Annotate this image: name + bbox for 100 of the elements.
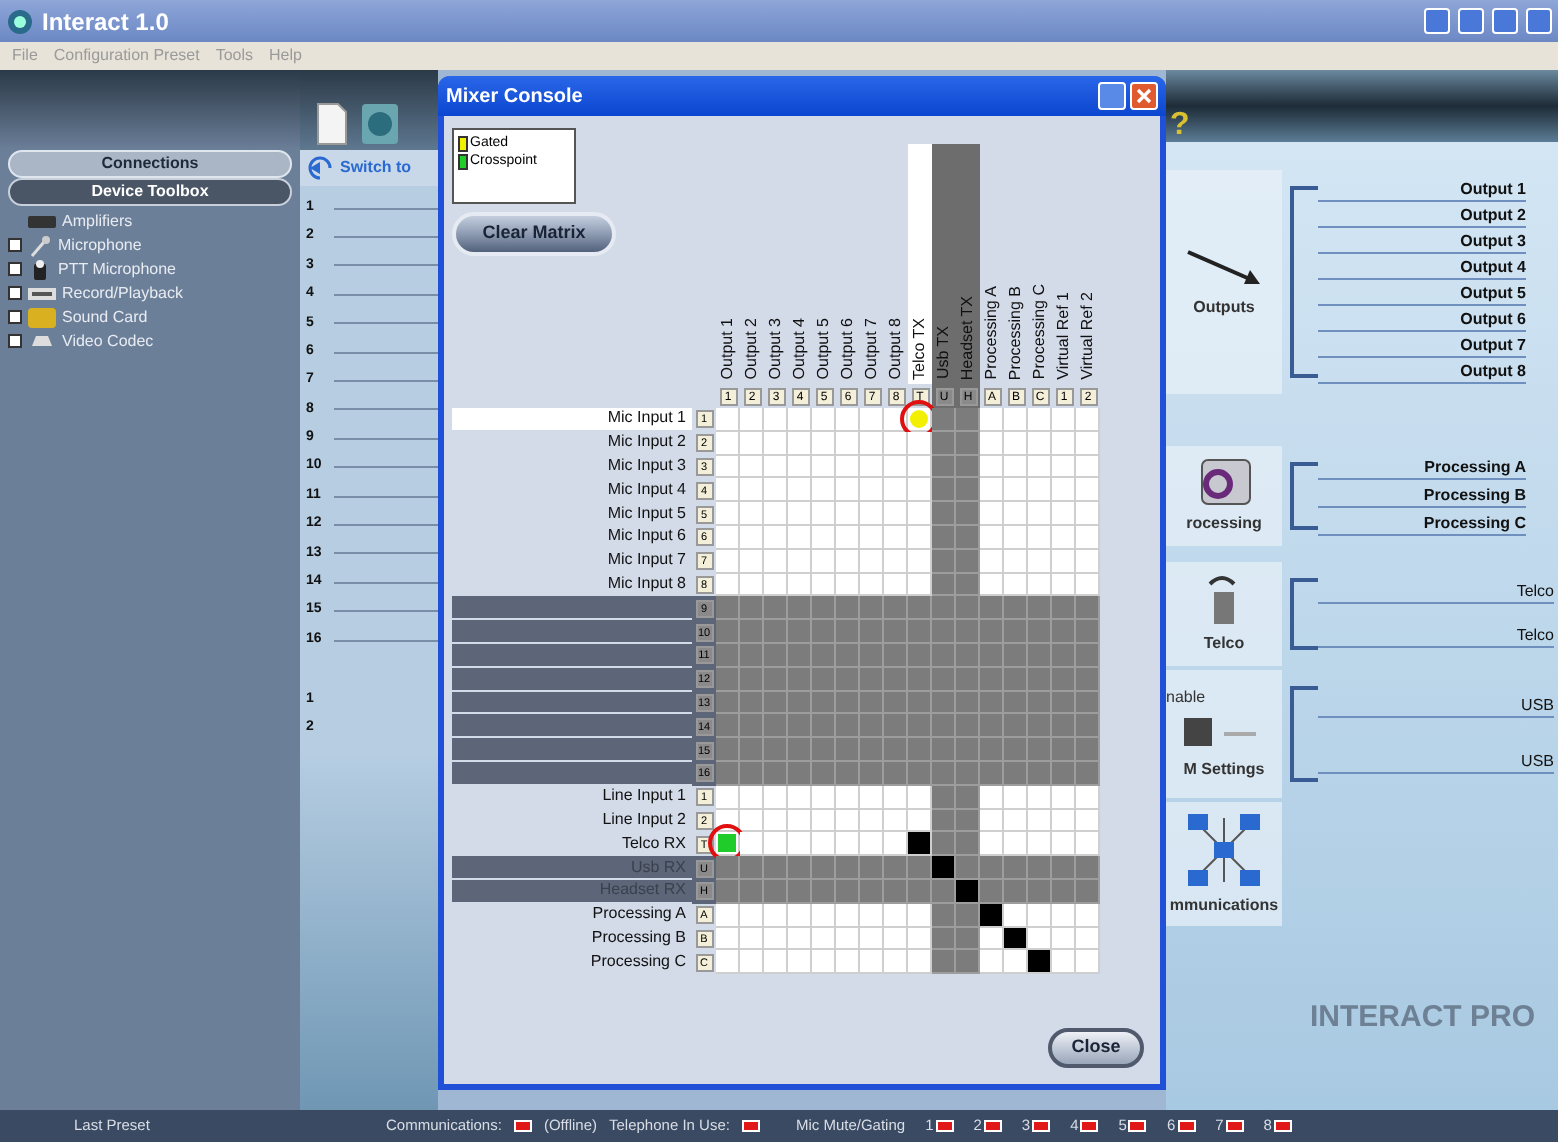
- matrix-cell[interactable]: [956, 573, 980, 597]
- matrix-cell[interactable]: [740, 431, 764, 456]
- row-header[interactable]: Mic Input 5: [452, 502, 692, 526]
- matrix-cell[interactable]: [860, 525, 884, 550]
- matrix-cell[interactable]: [956, 455, 980, 479]
- matrix-cell[interactable]: [860, 502, 884, 526]
- matrix-cell[interactable]: [956, 903, 980, 928]
- matrix-cell[interactable]: [1076, 573, 1100, 597]
- matrix-cell[interactable]: [956, 408, 980, 432]
- matrix-cell[interactable]: [1028, 950, 1052, 975]
- matrix-cell[interactable]: [1004, 408, 1028, 432]
- matrix-cell[interactable]: [1028, 549, 1052, 574]
- matrix-cell[interactable]: [740, 549, 764, 574]
- matrix-cell[interactable]: [1004, 525, 1028, 550]
- row-header[interactable]: Processing B: [452, 927, 692, 951]
- matrix-cell[interactable]: [716, 903, 740, 928]
- matrix-cell[interactable]: [932, 478, 956, 503]
- matrix-cell[interactable]: [740, 573, 764, 597]
- matrix-cell[interactable]: [740, 455, 764, 479]
- matrix-cell[interactable]: [788, 455, 812, 479]
- matrix-cell[interactable]: [764, 809, 788, 833]
- matrix-cell[interactable]: [956, 785, 980, 810]
- matrix-cell[interactable]: [980, 478, 1004, 503]
- sidebar-tab[interactable]: Device Toolbox: [8, 178, 292, 206]
- matrix-cell[interactable]: [788, 903, 812, 928]
- clear-matrix-button[interactable]: Clear Matrix: [452, 212, 616, 256]
- matrix-cell[interactable]: [1004, 927, 1028, 951]
- restore-button[interactable]: [1098, 82, 1126, 110]
- matrix-cell[interactable]: [740, 903, 764, 928]
- matrix-cell[interactable]: [1004, 431, 1028, 456]
- matrix-cell[interactable]: [1028, 408, 1052, 432]
- matrix-cell[interactable]: [740, 809, 764, 833]
- matrix-cell[interactable]: [932, 502, 956, 526]
- row-header[interactable]: Mic Input 7: [452, 549, 692, 574]
- matrix-cell[interactable]: [812, 903, 836, 928]
- matrix-cell[interactable]: [836, 573, 860, 597]
- matrix-cell[interactable]: [788, 525, 812, 550]
- matrix-cell[interactable]: [788, 832, 812, 857]
- matrix-cell[interactable]: [908, 832, 932, 857]
- matrix-cell[interactable]: [812, 525, 836, 550]
- matrix-cell[interactable]: [884, 431, 908, 456]
- matrix-cell[interactable]: [932, 525, 956, 550]
- matrix-cell[interactable]: [812, 785, 836, 810]
- matrix-cell[interactable]: [788, 549, 812, 574]
- matrix-cell[interactable]: [1004, 502, 1028, 526]
- matrix-cell[interactable]: [716, 927, 740, 951]
- column-header[interactable]: Processing B: [1004, 144, 1028, 384]
- matrix-cell[interactable]: [836, 950, 860, 975]
- matrix-cell[interactable]: [1028, 785, 1052, 810]
- row-header[interactable]: Line Input 1: [452, 785, 692, 810]
- matrix-cell[interactable]: [1004, 549, 1028, 574]
- matrix-cell[interactable]: [956, 502, 980, 526]
- matrix-cell[interactable]: [812, 431, 836, 456]
- matrix-cell[interactable]: [836, 525, 860, 550]
- matrix-cell[interactable]: [908, 903, 932, 928]
- matrix-cell[interactable]: [956, 525, 980, 550]
- matrix-cell[interactable]: [908, 525, 932, 550]
- matrix-cell[interactable]: [980, 525, 1004, 550]
- matrix-cell[interactable]: [860, 478, 884, 503]
- matrix-cell[interactable]: [764, 502, 788, 526]
- matrix-cell[interactable]: [884, 832, 908, 857]
- matrix-cell[interactable]: [884, 785, 908, 810]
- matrix-cell[interactable]: [1028, 478, 1052, 503]
- matrix-cell[interactable]: [1028, 903, 1052, 928]
- matrix-cell[interactable]: [740, 832, 764, 857]
- matrix-cell[interactable]: [740, 950, 764, 975]
- group-tile[interactable]: rocessing: [1166, 446, 1282, 546]
- globe-icon[interactable]: [360, 102, 400, 146]
- matrix-cell[interactable]: [812, 573, 836, 597]
- matrix-cell[interactable]: [908, 573, 932, 597]
- restore-button[interactable]: [1458, 8, 1484, 34]
- matrix-cell[interactable]: [1076, 927, 1100, 951]
- matrix-cell[interactable]: [1052, 502, 1076, 526]
- matrix-cell[interactable]: [1076, 549, 1100, 574]
- matrix-cell[interactable]: [980, 408, 1004, 432]
- matrix-cell[interactable]: [932, 785, 956, 810]
- matrix-cell[interactable]: [836, 809, 860, 833]
- matrix-cell[interactable]: [1052, 525, 1076, 550]
- matrix-cell[interactable]: [980, 785, 1004, 810]
- matrix-cell[interactable]: [764, 950, 788, 975]
- matrix-cell[interactable]: [1004, 573, 1028, 597]
- matrix-cell[interactable]: [764, 549, 788, 574]
- matrix-cell[interactable]: [908, 502, 932, 526]
- column-header[interactable]: Virtual Ref 1: [1052, 144, 1076, 384]
- matrix-cell[interactable]: [1028, 455, 1052, 479]
- matrix-cell[interactable]: [812, 502, 836, 526]
- matrix-cell[interactable]: [908, 478, 932, 503]
- matrix-cell[interactable]: [980, 573, 1004, 597]
- matrix-cell[interactable]: [1052, 903, 1076, 928]
- matrix-cell[interactable]: [1004, 455, 1028, 479]
- matrix-cell[interactable]: [764, 903, 788, 928]
- matrix-cell[interactable]: [884, 927, 908, 951]
- matrix-cell[interactable]: [1076, 431, 1100, 456]
- matrix-cell[interactable]: [980, 502, 1004, 526]
- matrix-cell[interactable]: [860, 455, 884, 479]
- matrix-cell[interactable]: [788, 809, 812, 833]
- matrix-cell[interactable]: [764, 431, 788, 456]
- matrix-cell[interactable]: [788, 431, 812, 456]
- matrix-cell[interactable]: [884, 478, 908, 503]
- matrix-cell[interactable]: [980, 903, 1004, 928]
